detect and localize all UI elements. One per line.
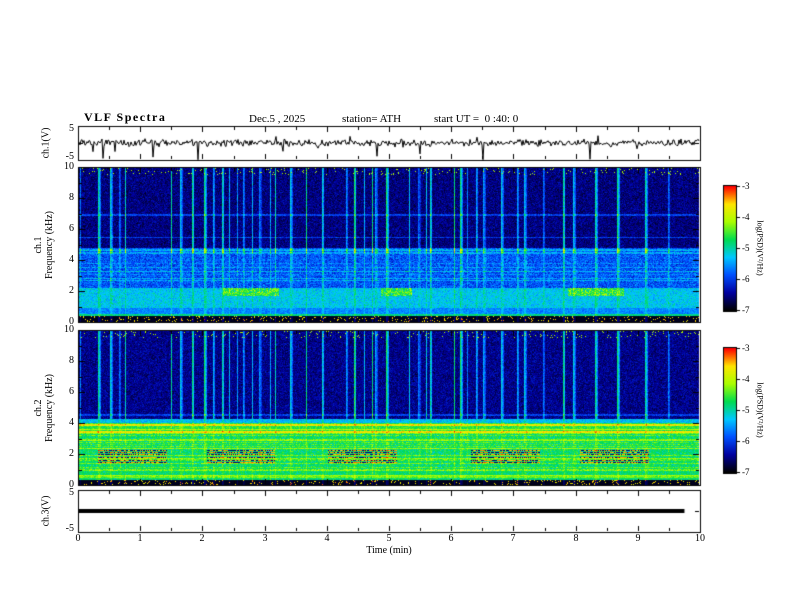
- ch3-voltage-axis-title: ch.3(V): [40, 495, 52, 527]
- spec2-ytick-8: 8: [69, 355, 74, 366]
- xtick-4: 4: [324, 533, 330, 544]
- spec2-ytick-6: 6: [69, 386, 74, 397]
- spec1-ytick-6: 6: [69, 223, 74, 234]
- xtick-10: 10: [695, 533, 705, 544]
- spec1-ytick-4: 4: [69, 254, 74, 265]
- xtick-5: 5: [386, 533, 392, 544]
- spec2-ytick-0: 0: [69, 479, 74, 490]
- cb2-tick-neg5: -5: [742, 405, 750, 415]
- station-label: station= ATH: [342, 113, 402, 125]
- spec1-ytick-2: 2: [69, 285, 74, 296]
- vlf-spectra-figure: VLF Spectra Dec.5 , 2025 station= ATH st…: [0, 0, 792, 612]
- ch2-frequency-axis-title: ch.2 Frequency (kHz): [33, 374, 55, 442]
- xtick-9: 9: [635, 533, 641, 544]
- ch3wave-ytick-neg5: -5: [65, 523, 74, 534]
- spec2-ytick-4: 4: [69, 417, 74, 428]
- cb2-tick-neg4: -4: [742, 374, 750, 384]
- xtick-7: 7: [510, 533, 516, 544]
- spec1-ytick-8: 8: [69, 192, 74, 203]
- ch2-frequency-axis-line2: Frequency (kHz): [44, 373, 55, 443]
- cb1-axis-title: log(PSD)(V²/Hz): [755, 220, 765, 276]
- cb1-tick-neg3: -3: [742, 181, 750, 191]
- xtick-6: 6: [448, 533, 454, 544]
- ch2-frequency-axis-line1: ch.2: [33, 399, 44, 417]
- xtick-2: 2: [199, 533, 205, 544]
- cb1-tick-neg4: -4: [742, 212, 750, 222]
- ch1-frequency-axis-line2: Frequency (kHz): [44, 210, 55, 280]
- cb1-tick-neg6: -6: [742, 274, 750, 284]
- xtick-3: 3: [262, 533, 268, 544]
- x-axis-title: Time (min): [366, 545, 412, 556]
- spec2-ytick-10: 10: [64, 324, 74, 335]
- spec2-ytick-2: 2: [69, 448, 74, 459]
- start-ut-label: start UT = 0 :40: 0: [434, 113, 519, 125]
- spec1-ytick-10: 10: [64, 161, 74, 172]
- xtick-1: 1: [137, 533, 143, 544]
- figure-title: VLF Spectra: [84, 110, 167, 124]
- cb2-tick-neg6: -6: [742, 436, 750, 446]
- date-label: Dec.5 , 2025: [249, 113, 306, 125]
- cb2-tick-neg3: -3: [742, 343, 750, 353]
- cb1-tick-neg7: -7: [742, 305, 750, 315]
- cb2-axis-title: log(PSD)(V²/Hz): [755, 382, 765, 438]
- cb2-tick-neg7: -7: [742, 467, 750, 477]
- ch1wave-ytick-5: 5: [69, 123, 74, 134]
- ch1-frequency-axis-line1: ch.1: [33, 236, 44, 254]
- cb1-tick-neg5: -5: [742, 243, 750, 253]
- plot-canvas: [0, 0, 792, 612]
- xtick-0: 0: [75, 533, 81, 544]
- xtick-8: 8: [573, 533, 579, 544]
- ch1-frequency-axis-title: ch.1 Frequency (kHz): [33, 211, 55, 279]
